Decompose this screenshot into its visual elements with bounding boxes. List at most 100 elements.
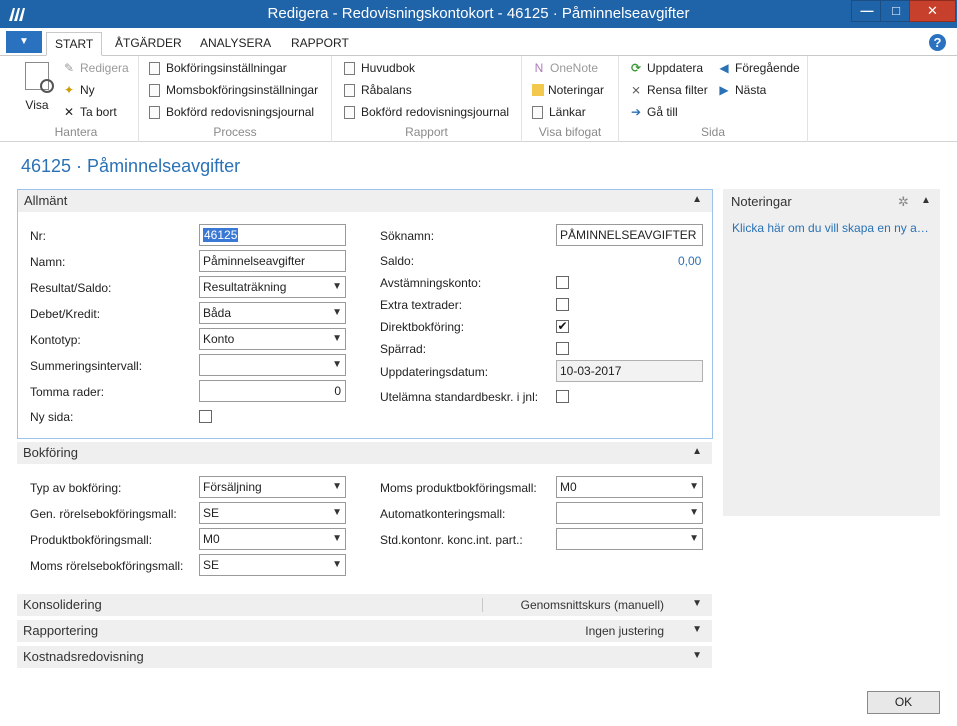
direkt-label: Direktbokföring: xyxy=(380,320,465,334)
utelamna-checkbox[interactable] xyxy=(556,390,569,403)
maximize-button[interactable]: □ xyxy=(880,0,912,22)
moms-rorelse-select[interactable]: SE ▼ xyxy=(199,554,346,576)
new-button[interactable]: ✦ Ny xyxy=(62,80,95,100)
refresh-button[interactable]: ⟳ Uppdatera xyxy=(629,58,703,78)
gear-icon[interactable]: ✲ xyxy=(898,194,909,210)
debet-select[interactable]: Båda ▼ xyxy=(199,302,346,324)
resultat-value: Resultaträkning xyxy=(203,280,287,294)
posted-journal-report-button[interactable]: Bokförd redovisningsjournal xyxy=(344,102,509,122)
utelamna-label: Utelämna standardbeskr. i jnl: xyxy=(380,390,539,404)
avstamning-checkbox[interactable] xyxy=(556,276,569,289)
extra-label: Extra textrader: xyxy=(380,298,463,312)
previous-button[interactable]: ◀ Föregående xyxy=(717,58,799,78)
expand-icon[interactable]: ▼ xyxy=(692,650,702,661)
onenote-button[interactable]: N OneNote xyxy=(532,58,598,78)
posting-setup-button[interactable]: Bokföringsinställningar xyxy=(149,58,287,78)
posting-header[interactable]: Bokföring ▲ xyxy=(17,442,712,464)
ribbon-group-rapport: Huvudbok Råbalans Bokförd redovisningsjo… xyxy=(332,56,522,142)
general-header-label: Allmänt xyxy=(24,193,68,208)
summering-select[interactable]: ▼ xyxy=(199,354,346,376)
collapse-icon[interactable]: ▲ xyxy=(921,195,931,206)
clear-filter-label: Rensa filter xyxy=(647,83,708,97)
tomma-field[interactable]: 0 xyxy=(199,380,346,402)
create-note-link[interactable]: Klicka här om du vill skapa en ny anteck… xyxy=(732,221,934,235)
gen-select[interactable]: SE ▼ xyxy=(199,502,346,524)
auto-select[interactable]: ▼ xyxy=(556,502,703,524)
document-icon xyxy=(149,105,160,119)
nr-field[interactable]: 46125 xyxy=(199,224,346,246)
maximize-icon: □ xyxy=(892,3,900,18)
view-button[interactable]: Visa xyxy=(22,62,54,112)
posted-journal-button[interactable]: Bokförd redovisningsjournal xyxy=(149,102,314,122)
extra-checkbox[interactable] xyxy=(556,298,569,311)
auto-label: Automatkonteringsmall: xyxy=(380,507,506,521)
collapse-icon[interactable]: ▲ xyxy=(692,194,702,205)
general-header[interactable]: Allmänt ▲ xyxy=(18,190,712,212)
general-ledger-button[interactable]: Huvudbok xyxy=(344,58,415,78)
tab-start[interactable]: START xyxy=(46,32,103,56)
minimize-button[interactable]: — xyxy=(851,0,883,22)
delete-button[interactable]: ✕ Ta bort xyxy=(62,102,117,122)
dropdown-icon: ▼ xyxy=(332,481,342,492)
collapse-icon[interactable]: ▲ xyxy=(692,446,702,457)
rapportering-summary: Ingen justering xyxy=(585,624,664,638)
resultat-select[interactable]: Resultaträkning ▼ xyxy=(199,276,346,298)
dropdown-icon: ▼ xyxy=(332,281,342,292)
goto-button[interactable]: ➔ Gå till xyxy=(629,102,678,122)
links-button[interactable]: Länkar xyxy=(532,102,586,122)
std-select[interactable]: ▼ xyxy=(556,528,703,550)
ok-button[interactable]: OK xyxy=(867,691,940,714)
nysida-checkbox[interactable] xyxy=(199,410,212,423)
uppdatering-label: Uppdateringsdatum: xyxy=(380,365,489,379)
kostnad-label: Kostnadsredovisning xyxy=(23,649,144,664)
refresh-label: Uppdatera xyxy=(647,61,704,75)
moms-prod-select[interactable]: M0 ▼ xyxy=(556,476,703,498)
dropdown-icon: ▼ xyxy=(332,307,342,318)
namn-field[interactable]: Påminnelseavgifter xyxy=(199,250,346,272)
group-name-bifogat: Visa bifogat xyxy=(538,125,602,139)
konsolidering-header[interactable]: Konsolidering Genomsnittskurs (manuell) … xyxy=(17,594,712,616)
typ-label: Typ av bokföring: xyxy=(30,481,122,495)
trial-balance-button[interactable]: Råbalans xyxy=(344,80,412,100)
link-icon xyxy=(532,105,543,119)
goto-arrow-icon: ➔ xyxy=(630,105,642,119)
edit-button[interactable]: ✎ Redigera xyxy=(62,58,129,78)
kontotyp-select[interactable]: Konto ▼ xyxy=(199,328,346,350)
page-title: 46125 · Påminnelseavgifter xyxy=(21,156,241,176)
soknamn-field[interactable]: PÅMINNELSEAVGIFTER xyxy=(556,224,703,246)
prod-select[interactable]: M0 ▼ xyxy=(199,528,346,550)
expand-icon[interactable]: ▼ xyxy=(692,598,702,609)
view-label: Visa xyxy=(25,98,49,112)
expand-icon[interactable]: ▼ xyxy=(692,624,702,635)
tab-atgarder[interactable]: ÅTGÄRDER xyxy=(107,32,190,56)
dropdown-icon: ▼ xyxy=(332,333,342,344)
direkt-checkbox[interactable]: ✔ xyxy=(556,320,569,333)
soknamn-label: Söknamn: xyxy=(380,229,435,243)
group-name-process: Process xyxy=(213,125,257,139)
tab-analysera[interactable]: ANALYSERA xyxy=(192,32,279,56)
rapportering-header[interactable]: Rapportering Ingen justering ▼ xyxy=(17,620,712,642)
clear-filter-button[interactable]: ⨯ Rensa filter xyxy=(629,80,708,100)
help-icon[interactable]: ? xyxy=(929,34,946,51)
posting-setup-label: Bokföringsinställningar xyxy=(166,61,287,75)
kostnad-header[interactable]: Kostnadsredovisning ▼ xyxy=(17,646,712,668)
note-icon xyxy=(532,84,544,96)
tab-rapport[interactable]: RAPPORT xyxy=(283,32,357,56)
app-menu-button[interactable]: ▼ xyxy=(6,31,42,53)
sparrad-label: Spärrad: xyxy=(380,342,427,356)
dropdown-icon: ▼ xyxy=(689,481,699,492)
onenote-icon: N xyxy=(534,61,544,75)
gen-value: SE xyxy=(203,506,220,520)
typ-select[interactable]: Försäljning ▼ xyxy=(199,476,346,498)
rapportering-label: Rapportering xyxy=(23,623,99,638)
vat-posting-setup-button[interactable]: Momsbokföringsinställningar xyxy=(149,80,318,100)
tomma-label: Tomma rader: xyxy=(30,385,105,399)
close-button[interactable]: ✕ xyxy=(909,0,956,22)
notes-button[interactable]: Noteringar xyxy=(532,80,604,100)
typ-value: Försäljning xyxy=(203,480,262,494)
gen-label: Gen. rörelsebokföringsmall: xyxy=(30,507,177,521)
saldo-value[interactable]: 0,00 xyxy=(678,254,701,268)
prod-label: Produktbokföringsmall: xyxy=(30,533,153,547)
sparrad-checkbox[interactable] xyxy=(556,342,569,355)
next-button[interactable]: ▶ Nästa xyxy=(717,80,766,100)
